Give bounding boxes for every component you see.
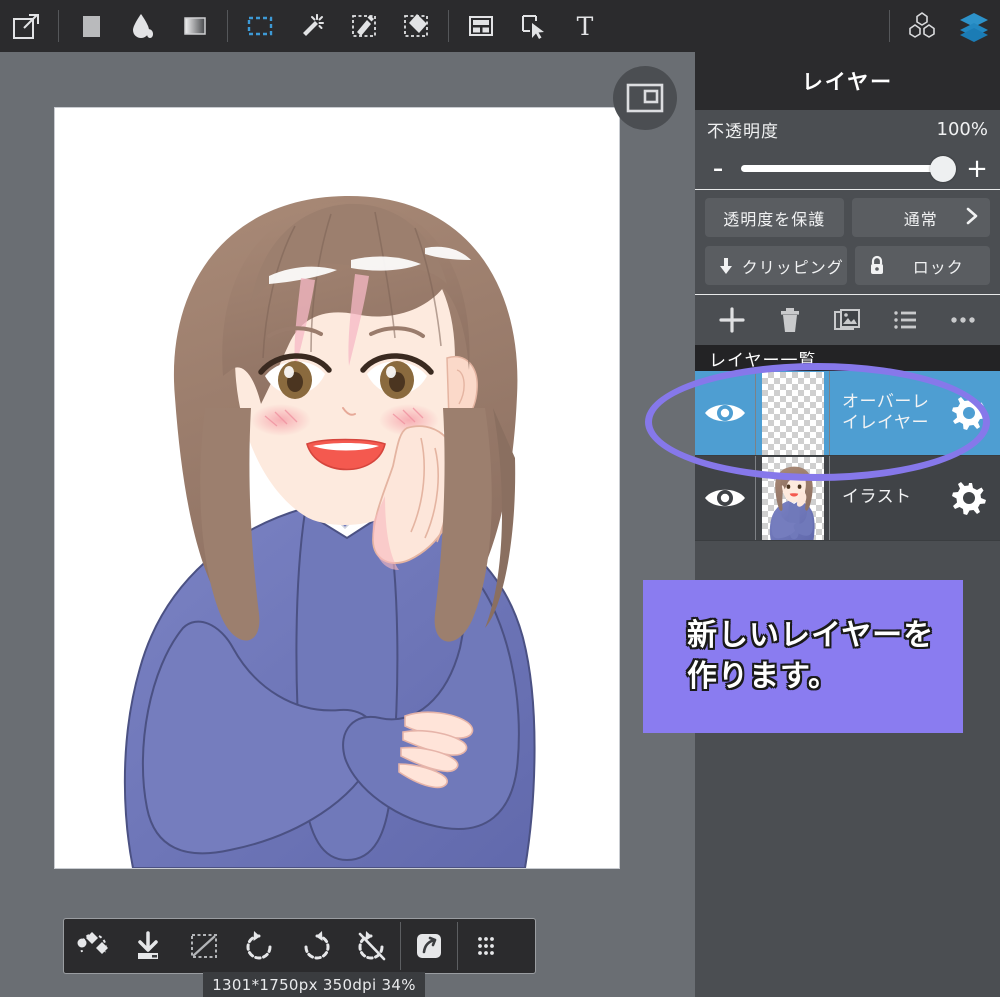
eye-icon xyxy=(703,399,747,427)
color-swatch-tool[interactable] xyxy=(65,0,117,52)
layer-name-line-2: イレイヤー xyxy=(842,413,929,433)
add-layer-button[interactable] xyxy=(707,297,757,343)
undo-tool[interactable] xyxy=(232,919,288,973)
top-toolbar: T xyxy=(0,0,1000,52)
layer-settings-button[interactable] xyxy=(938,456,1000,540)
lock-button[interactable]: ロック xyxy=(855,246,991,285)
blend-mode-button[interactable]: 通常 xyxy=(852,198,991,237)
cursor-select-tool[interactable] xyxy=(507,0,559,52)
layer-panel: レイヤー 不透明度 100% - + 透明度を保護 通常 xyxy=(695,52,1000,997)
transform-export-tool[interactable] xyxy=(0,0,52,52)
opacity-slider[interactable] xyxy=(741,165,954,172)
layer-name-overlay[interactable]: オーバーレ イレイヤー xyxy=(830,371,938,455)
layer-settings-button[interactable] xyxy=(938,371,1000,455)
app-root: T xyxy=(0,0,1000,997)
canvas-area[interactable] xyxy=(0,52,695,997)
magic-wand-tool[interactable] xyxy=(286,0,338,52)
canvas-paper[interactable] xyxy=(54,107,620,869)
opacity-row: 不透明度 100% xyxy=(695,110,1000,148)
toolbar-divider-3 xyxy=(448,10,449,42)
transform-tool[interactable] xyxy=(64,919,120,973)
layer-thumbnail-empty xyxy=(762,372,824,455)
lock-icon xyxy=(867,255,887,277)
chevron-right-icon xyxy=(964,206,980,230)
rect-select-tool[interactable] xyxy=(234,0,286,52)
layer-thumbnail-image xyxy=(762,457,824,540)
layer-thumbnail-illustration[interactable] xyxy=(755,456,830,540)
clear-selection-tool[interactable] xyxy=(176,919,232,973)
layer-actions-row xyxy=(695,295,1000,345)
text-tool[interactable]: T xyxy=(559,0,611,52)
bottom-toolbar xyxy=(63,918,536,974)
eye-icon xyxy=(703,484,747,512)
toolbar-divider-1 xyxy=(58,10,59,42)
opacity-decrease-button[interactable]: - xyxy=(707,154,729,184)
delete-layer-button[interactable] xyxy=(765,297,815,343)
layer-more-button[interactable] xyxy=(938,297,988,343)
gear-icon xyxy=(951,480,987,516)
clipping-label: クリッピング xyxy=(724,254,844,278)
canvas-info-text: 1301*1750px 350dpi 34% xyxy=(212,976,416,994)
gradient-tool[interactable] xyxy=(169,0,221,52)
opacity-value: 100% xyxy=(937,119,988,140)
protect-alpha-label: 透明度を保護 xyxy=(723,206,825,230)
layer-name-line-1: イラスト xyxy=(842,487,912,508)
tooltip-line-1: 新しいレイヤーを xyxy=(687,616,963,657)
toolbar-divider-2 xyxy=(227,10,228,42)
opacity-slider-row: - + xyxy=(695,148,1000,190)
protect-alpha-button[interactable]: 透明度を保護 xyxy=(705,198,844,237)
layer-visibility-toggle[interactable] xyxy=(695,456,755,540)
layer-name-line-1: オーバーレ xyxy=(842,392,929,412)
clipping-button[interactable]: クリッピング xyxy=(705,246,847,285)
artwork-illustration xyxy=(55,108,619,868)
materials-tool[interactable] xyxy=(896,0,948,52)
layer-row-overlay[interactable]: オーバーレ イレイヤー xyxy=(695,371,1000,456)
toolbar-divider-4 xyxy=(889,10,890,42)
layer-mode-row: 透明度を保護 通常 xyxy=(695,190,1000,246)
gear-icon xyxy=(951,395,987,431)
layer-list-button[interactable] xyxy=(880,297,930,343)
lock-label: ロック xyxy=(891,254,964,278)
download-tool[interactable] xyxy=(120,919,176,973)
picture-in-picture-icon xyxy=(625,81,665,115)
opacity-increase-button[interactable]: + xyxy=(966,156,988,182)
svg-text:T: T xyxy=(577,12,594,41)
select-eraser-tool[interactable] xyxy=(390,0,442,52)
select-pen-tool[interactable] xyxy=(338,0,390,52)
redo-tool[interactable] xyxy=(288,919,344,973)
layer-name-illustration[interactable]: イラスト xyxy=(830,456,938,540)
grid-menu-tool[interactable] xyxy=(458,919,514,973)
status-bar: 1301*1750px 350dpi 34% xyxy=(203,972,425,997)
layer-thumbnail-overlay[interactable] xyxy=(755,371,830,455)
blend-mode-label: 通常 xyxy=(904,206,938,230)
layers-tool[interactable] xyxy=(948,0,1000,52)
annotation-tooltip: 新しいレイヤーを 作ります。 xyxy=(643,580,963,733)
duplicate-layer-button[interactable] xyxy=(822,297,872,343)
bucket-fill-tool[interactable] xyxy=(117,0,169,52)
canvas-view-toggle-button[interactable] xyxy=(613,66,677,130)
opacity-slider-knob[interactable] xyxy=(930,156,956,182)
layer-list-header: レイヤー一覧 xyxy=(695,345,1000,371)
layer-list-header-label: レイヤー一覧 xyxy=(709,346,817,371)
layer-visibility-toggle[interactable] xyxy=(695,371,755,455)
tooltip-line-2: 作ります。 xyxy=(687,657,963,698)
clipping-arrow-icon xyxy=(717,256,735,276)
layout-tool[interactable] xyxy=(455,0,507,52)
disable-rotate-tool[interactable] xyxy=(344,919,400,973)
opacity-label: 不透明度 xyxy=(707,117,779,142)
share-tool[interactable] xyxy=(401,919,457,973)
layer-lock-row: クリッピング ロック xyxy=(695,246,1000,294)
layer-row-illustration[interactable]: イラスト xyxy=(695,456,1000,541)
layer-panel-title: レイヤー xyxy=(695,52,1000,110)
